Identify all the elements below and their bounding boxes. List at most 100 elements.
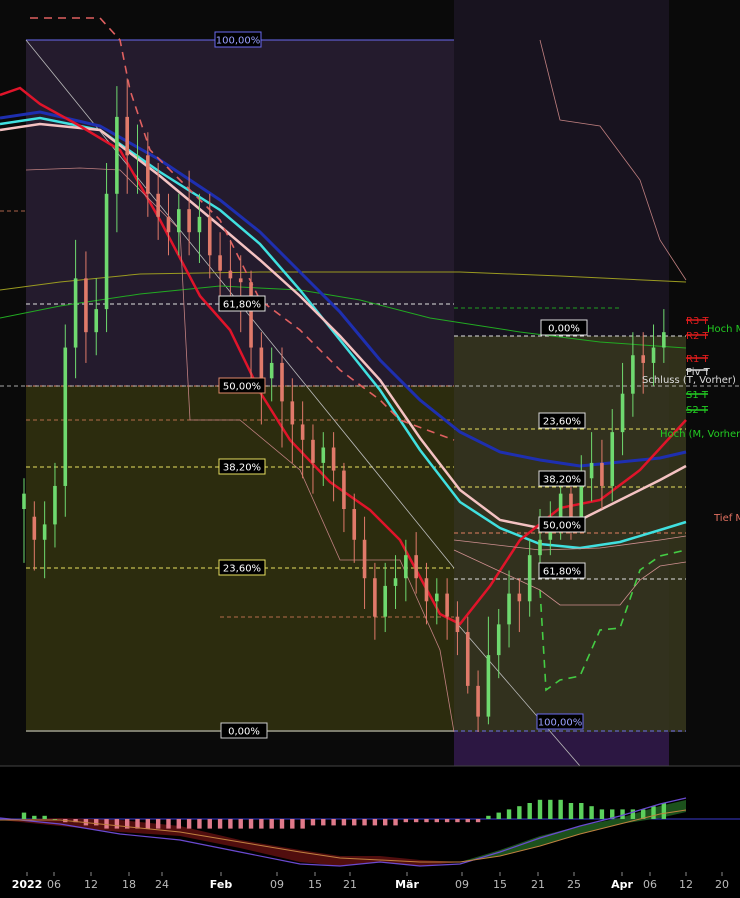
macd-bar-positive — [651, 806, 656, 819]
candle-body — [527, 555, 532, 602]
candle-body — [125, 116, 129, 156]
pivot-label: R2 T — [686, 331, 709, 342]
candle-body — [641, 355, 645, 363]
macd-bar-negative — [465, 819, 470, 823]
candle-body — [42, 524, 47, 540]
macd-bar-negative — [217, 819, 223, 829]
fib-label-text: 38,20% — [223, 463, 261, 474]
macd-bar-positive — [21, 812, 27, 819]
macd-bar-negative — [114, 819, 120, 829]
macd-bar-negative — [155, 819, 161, 829]
price-chart: 100,00% 61,80% 50,00% 38,20% 23,60% 0,00% 0,00… — [0, 0, 740, 894]
candle-body — [414, 555, 418, 579]
x-tick-label: 09 — [455, 878, 469, 891]
macd-bar-negative — [166, 819, 171, 829]
macd-bar-positive — [486, 815, 491, 819]
line-label-hoch-vorher: Hoch (M, Vorher) — [660, 429, 740, 440]
candle-body — [311, 439, 315, 463]
candle-body — [383, 585, 387, 617]
candle-body — [393, 578, 398, 586]
candle-body — [280, 362, 284, 402]
candle-body — [651, 347, 656, 363]
candle-body — [269, 362, 274, 379]
x-tick-label: 21 — [343, 878, 357, 891]
macd-bar-negative — [290, 819, 295, 829]
candle-body — [404, 555, 408, 579]
pivot-label: R1 T — [686, 354, 709, 365]
line-label-hoch-m: Hoch M — [707, 324, 740, 335]
candle-body — [631, 355, 635, 394]
macd-bar-negative — [475, 819, 481, 823]
x-tick-label: 15 — [493, 878, 507, 891]
candle-body — [507, 593, 511, 625]
background-layer — [0, 0, 740, 766]
fib-label-left: 50,00% — [218, 377, 266, 394]
macd-bar-negative — [434, 819, 439, 823]
candle-body — [424, 578, 429, 602]
fib-label-text: 0,00% — [548, 324, 580, 335]
candle-body — [465, 632, 470, 686]
macd-bar-negative — [424, 819, 429, 823]
fib-label-text: 0,00% — [228, 727, 260, 738]
pivot-label: S1 T — [686, 390, 709, 401]
macd-bar-negative — [403, 819, 409, 823]
candle-body — [342, 470, 346, 510]
pivot-label: S2 T — [686, 405, 709, 416]
x-tick-label: 12 — [84, 878, 98, 891]
shade-bottom-purple — [454, 732, 669, 766]
candle-body — [455, 616, 460, 633]
macd-bar-positive — [42, 815, 47, 819]
x-tick-label: 21 — [531, 878, 545, 891]
x-tick-label: Mär — [395, 878, 419, 891]
fib-box-upper — [26, 40, 454, 386]
macd-bar-negative — [372, 819, 378, 826]
candle-body — [207, 216, 212, 256]
macd-bar-positive — [496, 812, 501, 819]
candle-body — [331, 447, 336, 471]
fib-label-left: 23,60% — [218, 559, 266, 576]
macd-bar-negative — [331, 819, 336, 826]
candle-body — [321, 447, 326, 463]
fib-label-left: 38,20% — [218, 458, 266, 475]
candle-body — [104, 193, 109, 310]
candle-body — [218, 255, 222, 271]
macd-bar-negative — [321, 819, 326, 826]
fib-label-right: 38,20% — [538, 470, 586, 487]
macd-bar-positive — [527, 803, 532, 819]
macd-bar-positive — [506, 809, 512, 819]
candle-body — [373, 578, 377, 617]
candle-body — [476, 685, 480, 717]
macd-bar-negative — [383, 819, 388, 826]
macd-bar-positive — [32, 815, 37, 819]
candle-body — [589, 462, 594, 479]
macd-bar-positive — [599, 809, 605, 819]
line-label-tief-m: Tief M — [713, 513, 740, 524]
candle-body — [135, 155, 140, 157]
macd-bar-negative — [352, 819, 357, 826]
fib-label-left: 61,80% — [218, 295, 266, 312]
candle-body — [197, 216, 202, 233]
pivot-label: R3 T — [686, 316, 709, 327]
chart-canvas: 100,00% 61,80% 50,00% 38,20% 23,60% 0,00% 0,00… — [0, 0, 740, 894]
macd-bar-positive — [579, 803, 584, 819]
candle-body — [187, 209, 191, 233]
macd-bar-negative — [228, 819, 233, 829]
macd-bar-negative — [207, 819, 212, 829]
x-tick-label: 24 — [155, 878, 169, 891]
candle-body — [517, 593, 522, 602]
x-tick-label: 15 — [308, 878, 322, 891]
fib-label-text: 50,00% — [543, 521, 581, 532]
fib-label-left: 0,00% — [220, 722, 268, 739]
macd-bar-negative — [94, 819, 99, 826]
candle-body — [22, 493, 26, 510]
macd-bar-negative — [279, 819, 285, 829]
candle-body — [166, 216, 171, 233]
macd-bar-negative — [104, 819, 109, 829]
line-label-schluss: Schluss (T, Vorher) — [642, 375, 736, 386]
candle-body — [352, 509, 357, 540]
macd-bar-negative — [238, 819, 243, 829]
macd-bar-positive — [589, 806, 594, 819]
macd-bar-positive — [517, 806, 522, 819]
fib-label-text: 23,60% — [223, 564, 261, 575]
x-tick-label: 12 — [679, 878, 693, 891]
